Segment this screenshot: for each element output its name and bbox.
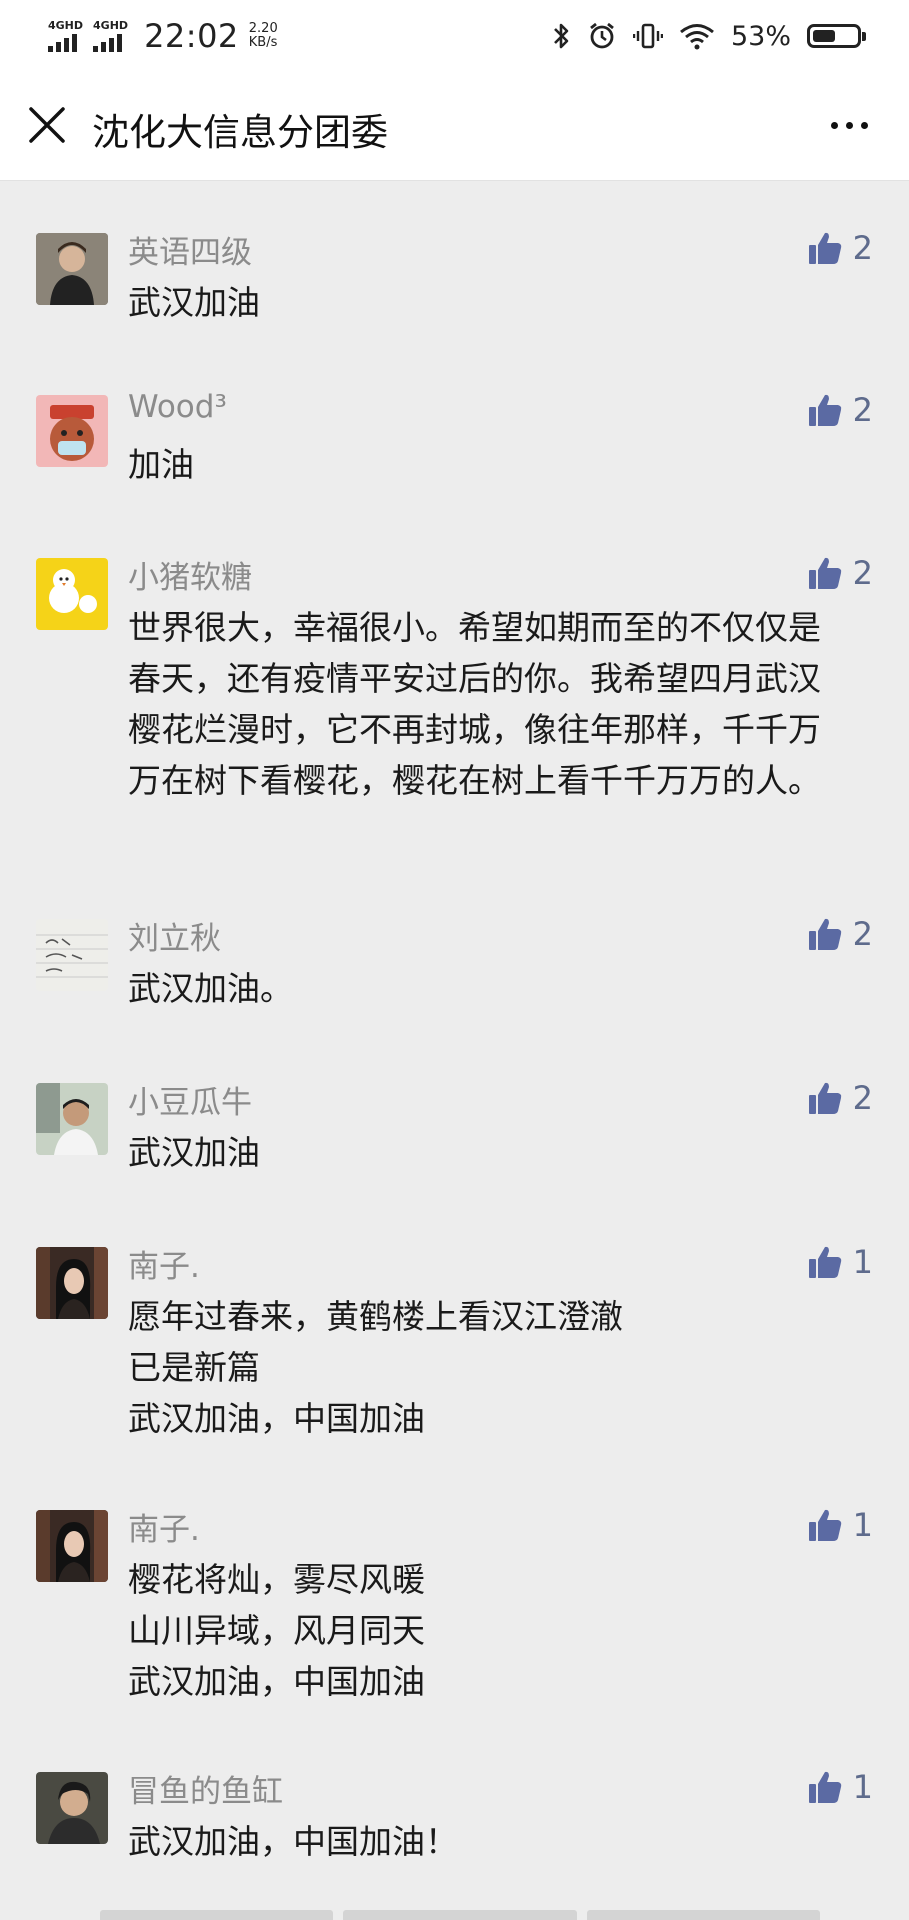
signal-label-2: 4GHD	[93, 19, 129, 32]
comment-author: 冒鱼的鱼缸	[128, 1774, 283, 1810]
thumbs-up-icon	[808, 1082, 841, 1114]
status-time: 22:02	[144, 17, 239, 55]
comment-author: 南子.	[128, 1512, 200, 1548]
like-button[interactable]: 2	[807, 391, 873, 429]
vibrate-icon	[632, 23, 663, 49]
avatar[interactable]	[36, 233, 108, 305]
close-icon	[29, 107, 65, 143]
close-button[interactable]	[22, 100, 72, 150]
like-button[interactable]: 2	[807, 1079, 873, 1117]
thumbs-up-icon	[808, 1246, 841, 1278]
avatar[interactable]	[36, 1247, 108, 1319]
network-speed: 2.20 KB/s	[249, 22, 278, 50]
avatar-cartoon-masked-icon	[36, 395, 108, 467]
network-speed-value: 2.20	[248, 21, 278, 36]
bottom-tab-segment	[586, 1910, 820, 1920]
battery-icon	[807, 24, 866, 48]
comment-text: 加油	[128, 445, 194, 484]
thumbs-up-icon	[808, 557, 841, 589]
thumbs-up-icon	[808, 232, 841, 264]
like-count: 2	[852, 229, 873, 267]
like-count: 2	[852, 554, 873, 592]
avatar[interactable]	[36, 1510, 108, 1582]
comment-text: 武汉加油。	[128, 969, 293, 1008]
comment-author: 小猪软糖	[128, 560, 252, 596]
like-count: 2	[852, 391, 873, 429]
avatar-handwritten-note-icon	[36, 919, 108, 991]
signal-indicator-1: 4GHD	[48, 20, 83, 52]
comment-author: 小豆瓜牛	[128, 1085, 252, 1121]
like-count: 2	[852, 1079, 873, 1117]
battery-percent: 53%	[730, 20, 791, 52]
like-button[interactable]: 2	[807, 915, 873, 953]
thumbs-up-icon	[808, 918, 841, 950]
thumbs-up-icon	[808, 1509, 841, 1541]
avatar[interactable]	[36, 558, 108, 630]
avatar[interactable]	[36, 1083, 108, 1155]
bluetooth-icon	[554, 23, 569, 49]
status-bar: 4GHD 4GHD 22:02 2.20 KB/s 53%	[0, 0, 909, 72]
signal-bars-icon	[93, 34, 123, 52]
page-title: 沈化大信息分团委	[92, 111, 388, 154]
avatar-man-portrait-icon	[36, 1772, 108, 1844]
like-button[interactable]: 2	[807, 229, 873, 267]
comment-text: 世界很大，幸福很小。希望如期而至的不仅仅是春天，还有疫情平安过后的你。我希望四月…	[128, 608, 821, 800]
signal-indicator-2: 4GHD	[93, 20, 128, 52]
avatar-man-outdoors-icon	[36, 1083, 108, 1155]
thumbs-up-icon	[808, 394, 841, 426]
avatar-woman-dark-icon	[36, 1247, 108, 1319]
comment-text: 武汉加油，中国加油！	[128, 1822, 458, 1861]
like-count: 1	[852, 1243, 873, 1281]
comment-text: 樱花将灿，雾尽风暖 山川异域，风月同天 武汉加油，中国加油	[128, 1560, 425, 1701]
signal-label-1: 4GHD	[48, 19, 84, 32]
more-dot	[830, 121, 838, 129]
more-button[interactable]	[819, 100, 879, 150]
comment-text: 武汉加油	[128, 1133, 260, 1172]
thumbs-up-icon	[808, 1771, 841, 1803]
wifi-icon	[680, 24, 714, 50]
more-dot	[845, 121, 853, 129]
avatar[interactable]	[36, 919, 108, 991]
status-right: 53%	[551, 14, 866, 58]
avatar-yellow-chick-icon	[36, 558, 108, 630]
battery-level-fill	[813, 30, 835, 42]
comment-author: 南子.	[128, 1249, 200, 1285]
like-count: 2	[852, 915, 873, 953]
avatar-woman-dark-icon	[36, 1510, 108, 1582]
avatar-young-man-icon	[36, 233, 108, 305]
status-left: 4GHD 4GHD 22:02 2.20 KB/s	[48, 14, 278, 58]
bottom-tab-strip	[100, 1910, 820, 1920]
comment-text: 武汉加油	[128, 283, 260, 322]
like-button[interactable]: 1	[807, 1506, 873, 1544]
like-button[interactable]: 1	[807, 1243, 873, 1281]
nav-bar: 沈化大信息分团委	[0, 72, 909, 181]
comment-author: 刘立秋	[128, 921, 221, 957]
like-button[interactable]: 2	[807, 554, 873, 592]
like-button[interactable]: 1	[807, 1768, 873, 1806]
comment-text: 愿年过春来，黄鹤楼上看汉江澄澈 已是新篇 武汉加油，中国加油	[128, 1297, 623, 1438]
comment-author: 英语四级	[128, 235, 252, 271]
more-dot	[860, 121, 868, 129]
alarm-icon	[590, 22, 614, 49]
comment-author: Wood³	[128, 389, 227, 425]
like-count: 1	[852, 1506, 873, 1544]
avatar[interactable]	[36, 395, 108, 467]
avatar[interactable]	[36, 1772, 108, 1844]
like-count: 1	[852, 1768, 873, 1806]
network-speed-unit: KB/s	[248, 35, 278, 50]
bottom-tab-segment	[343, 1910, 577, 1920]
bottom-tab-segment	[100, 1910, 334, 1920]
signal-bars-icon	[48, 34, 77, 52]
